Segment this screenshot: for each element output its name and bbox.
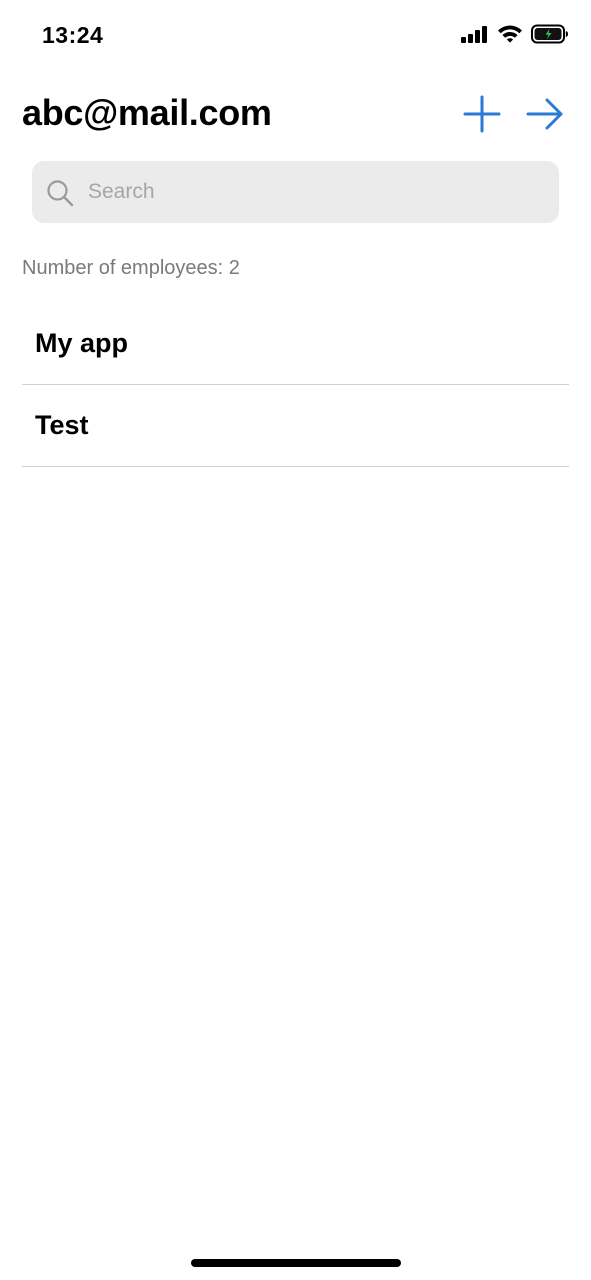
- app-list: My app Test: [22, 303, 569, 467]
- employee-count: Number of employees: 2: [22, 257, 240, 279]
- plus-icon: [463, 95, 501, 138]
- status-icons: [461, 24, 569, 48]
- add-button[interactable]: [462, 95, 502, 138]
- arrow-right-icon: [526, 95, 564, 138]
- search-icon: [46, 179, 74, 207]
- header: abc@mail.com: [0, 90, 591, 146]
- battery-charging-icon: [531, 24, 569, 49]
- wifi-icon: [497, 24, 523, 49]
- forward-button[interactable]: [525, 96, 565, 136]
- list-item[interactable]: Test: [22, 385, 569, 467]
- status-time: 13:24: [42, 22, 104, 48]
- list-item-label: Test: [35, 410, 89, 440]
- cellular-signal-icon: [461, 25, 489, 48]
- home-indicator: [191, 1259, 401, 1267]
- page-title: abc@mail.com: [22, 92, 272, 133]
- status-bar: 13:24: [0, 0, 591, 72]
- list-item-label: My app: [35, 328, 129, 358]
- search-input[interactable]: [88, 161, 543, 223]
- search-bar[interactable]: [32, 161, 559, 223]
- list-item[interactable]: My app: [22, 303, 569, 385]
